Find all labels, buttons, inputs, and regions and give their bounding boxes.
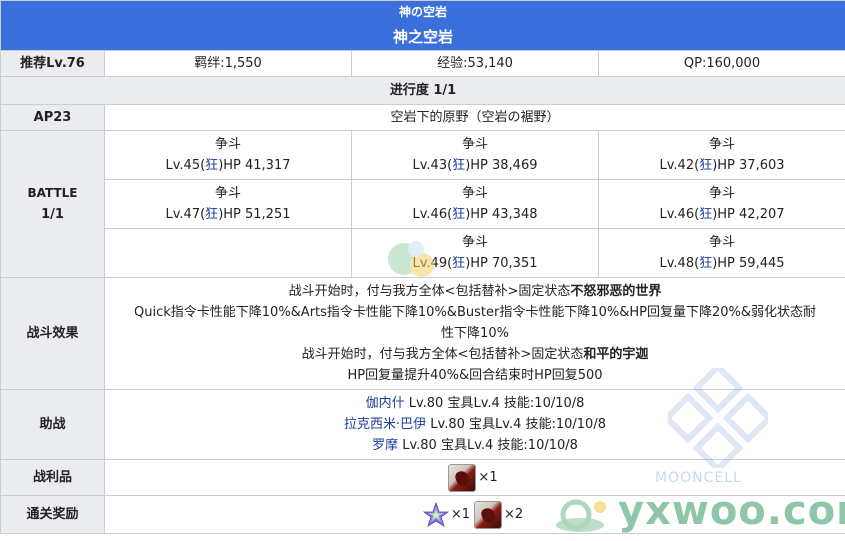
- material-item-icon[interactable]: [448, 463, 477, 492]
- enemy-cell: 争斗 Lv.45(狂)HP 41,317: [104, 130, 352, 180]
- support-item: 伽内什 Lv.80 宝具Lv.4 技能:10/10/8: [365, 396, 585, 411]
- support-servant-link[interactable]: 罗摩: [372, 438, 398, 453]
- enemy-class-link[interactable]: 狂: [452, 256, 465, 271]
- support-item: 罗摩 Lv.80 宝具Lv.4 技能:10/10/8: [372, 438, 578, 453]
- enemy-cell: 争斗 Lv.47(狂)HP 51,251: [104, 179, 352, 229]
- quest-title-jp: 神の空岩: [0, 0, 845, 25]
- enemy-cell: 争斗 Lv.46(狂)HP 42,207: [597, 179, 845, 229]
- enemy-name: 争斗: [461, 186, 488, 201]
- enemy-name: 争斗: [709, 235, 736, 250]
- battle-label-count: 1/1: [41, 207, 64, 222]
- ap-cost: AP23: [0, 104, 105, 131]
- enemy-class-link[interactable]: 狂: [699, 256, 712, 271]
- enemy-stats: Lv.47(狂)HP 51,251: [165, 207, 291, 222]
- enemy-cell: 争斗 Lv.42(狂)HP 37,603: [597, 130, 845, 180]
- enemy-stats: Lv.42(狂)HP 37,603: [659, 158, 785, 173]
- enemy-name: 争斗: [214, 186, 241, 201]
- enemy-class-link[interactable]: 狂: [699, 158, 712, 173]
- enemy-class-link[interactable]: 狂: [205, 207, 218, 222]
- quest-title-cn: 神之空岩: [0, 24, 845, 51]
- effect-line: 战斗开始时，付与我方全体<包括替补>固定状态不怒邪恶的世界: [288, 284, 662, 299]
- effects-label: 战斗效果: [0, 277, 105, 390]
- support-item: 拉克西米·巴伊 Lv.80 宝具Lv.4 技能:10/10/8: [344, 417, 606, 432]
- battle-label: BATTLE 1/1: [0, 130, 105, 278]
- enemy-name: 争斗: [709, 137, 736, 152]
- enemy-name: 争斗: [461, 137, 488, 152]
- enemy-cell-empty: [104, 228, 352, 278]
- saint-quartz-icon[interactable]: [422, 501, 450, 528]
- effects-content: 战斗开始时，付与我方全体<包括替补>固定状态不怒邪恶的世界 Quick指令卡性能…: [103, 277, 845, 390]
- enemy-name: 争斗: [709, 186, 736, 201]
- support-label: 助战: [0, 389, 105, 460]
- location-name: 空岩下的原野（空岩の裾野）: [103, 104, 845, 131]
- support-content: 伽内什 Lv.80 宝具Lv.4 技能:10/10/8 拉克西米·巴伊 Lv.8…: [103, 389, 845, 460]
- support-servant-link[interactable]: 拉克西米·巴伊: [344, 417, 426, 432]
- recommend-level: 推荐Lv.76: [0, 50, 105, 77]
- loot-content: ×1: [103, 459, 845, 496]
- battle-label-title: BATTLE: [27, 186, 78, 200]
- enemy-class-link[interactable]: 狂: [205, 158, 218, 173]
- enemy-cell: 争斗 Lv.48(狂)HP 59,445: [597, 228, 845, 278]
- enemy-cell: 争斗 Lv.49(狂)HP 70,351: [351, 228, 599, 278]
- bond-value: 羁绊:1,550: [104, 50, 352, 77]
- enemy-name: 争斗: [214, 137, 241, 152]
- enemy-name: 争斗: [461, 235, 488, 250]
- quest-table: 神の空岩 神之空岩 推荐Lv.76 羁绊:1,550 经验:53,140 QP:…: [0, 0, 845, 534]
- enemy-stats: Lv.46(狂)HP 43,348: [412, 207, 538, 222]
- loot-qty: ×1: [478, 470, 498, 485]
- enemy-cell: 争斗 Lv.43(狂)HP 38,469: [351, 130, 599, 180]
- clear-reward-label: 通关奖励: [0, 495, 105, 534]
- effect-state-name: 不怒邪恶的世界: [570, 284, 662, 299]
- clear-reward-content: ×1 ×2: [103, 495, 845, 534]
- qp-value: QP:160,000: [597, 50, 845, 77]
- reward-qty-material: ×2: [504, 507, 524, 522]
- effect-line: HP回复量提升40%&回合结束时HP回复500: [347, 368, 603, 383]
- exp-value: 经验:53,140: [351, 50, 599, 77]
- loot-label: 战利品: [0, 459, 105, 496]
- enemy-stats: Lv.45(狂)HP 41,317: [165, 158, 291, 173]
- effect-line: 战斗开始时，付与我方全体<包括替补>固定状态和平的宇迦: [301, 347, 649, 362]
- support-servant-link[interactable]: 伽内什: [366, 396, 405, 411]
- enemy-stats: Lv.48(狂)HP 59,445: [659, 256, 785, 271]
- effect-state-name: 和平的宇迦: [583, 347, 649, 362]
- enemy-stats: Lv.46(狂)HP 42,207: [659, 207, 785, 222]
- material-item-icon[interactable]: [474, 500, 502, 529]
- progress-header: 进行度 1/1: [0, 76, 845, 105]
- enemy-class-link[interactable]: 狂: [452, 207, 465, 222]
- reward-qty-quartz: ×1: [450, 507, 470, 522]
- enemy-stats: Lv.49(狂)HP 70,351: [412, 256, 538, 271]
- effect-line: 性下降10%: [441, 326, 509, 341]
- enemy-cell: 争斗 Lv.46(狂)HP 43,348: [351, 179, 599, 229]
- effect-line: Quick指令卡性能下降10%&Arts指令卡性能下降10%&Buster指令卡…: [134, 305, 816, 320]
- enemy-class-link[interactable]: 狂: [699, 207, 712, 222]
- enemy-stats: Lv.43(狂)HP 38,469: [412, 158, 538, 173]
- enemy-class-link[interactable]: 狂: [452, 158, 465, 173]
